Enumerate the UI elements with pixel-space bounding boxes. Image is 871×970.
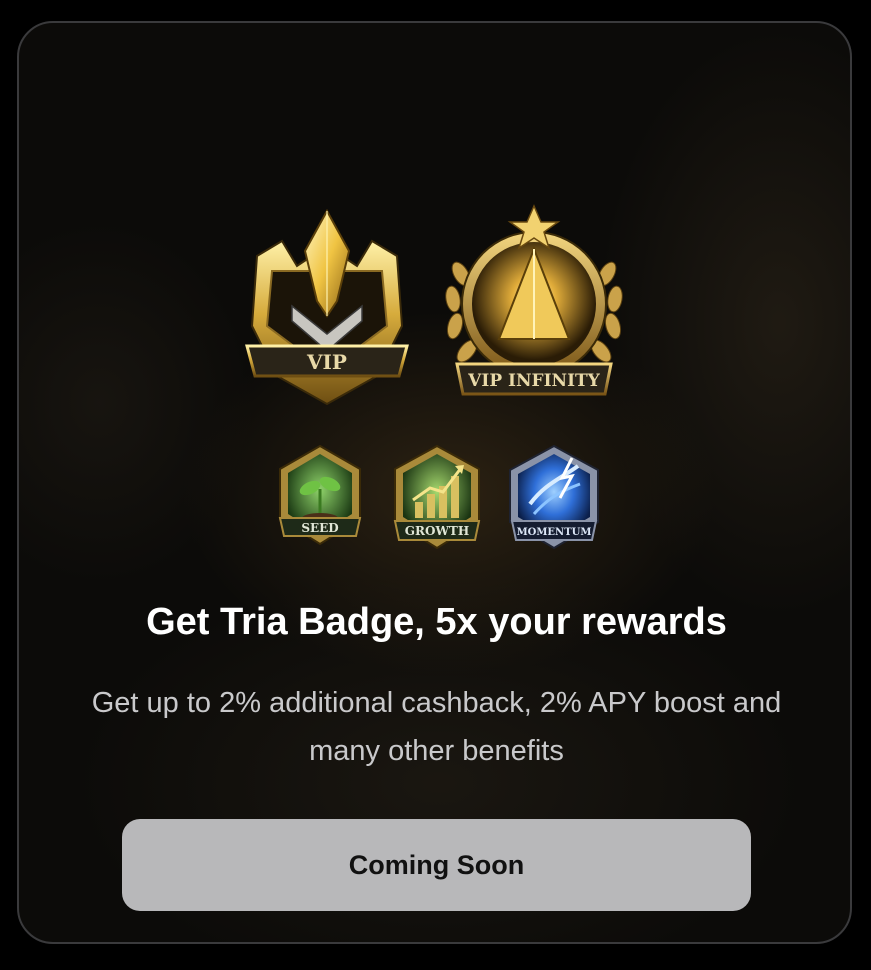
- coming-soon-label: Coming Soon: [348, 849, 525, 880]
- vip-badge-label: VIP: [306, 350, 347, 374]
- vip-infinity-laurel-badge-icon: VIP INFINITY: [439, 204, 629, 404]
- seed-badge-label: SEED: [301, 521, 338, 535]
- momentum-badge-label: MOMENTUM: [517, 527, 592, 538]
- vip-crystal-badge-icon: VIP: [237, 206, 417, 406]
- coming-soon-button[interactable]: Coming Soon: [122, 819, 751, 911]
- seed-sprout-badge-icon: SEED: [270, 444, 370, 554]
- momentum-bolt-badge-icon: MOMENTUM: [500, 444, 608, 556]
- vip-infinity-badge-label: VIP INFINITY: [467, 371, 600, 391]
- promo-subtitle: Get up to 2% additional cashback, 2% APY…: [91, 687, 782, 767]
- growth-chart-badge-icon: GROWTH: [385, 444, 489, 556]
- badge-promo-card: VIP VIP INFINITY SEED GROWTH MOMENTUM Ge…: [17, 21, 852, 944]
- promo-title: Get Tria Badge, 5x your rewards: [146, 601, 727, 643]
- growth-badge-label: GROWTH: [405, 524, 469, 538]
